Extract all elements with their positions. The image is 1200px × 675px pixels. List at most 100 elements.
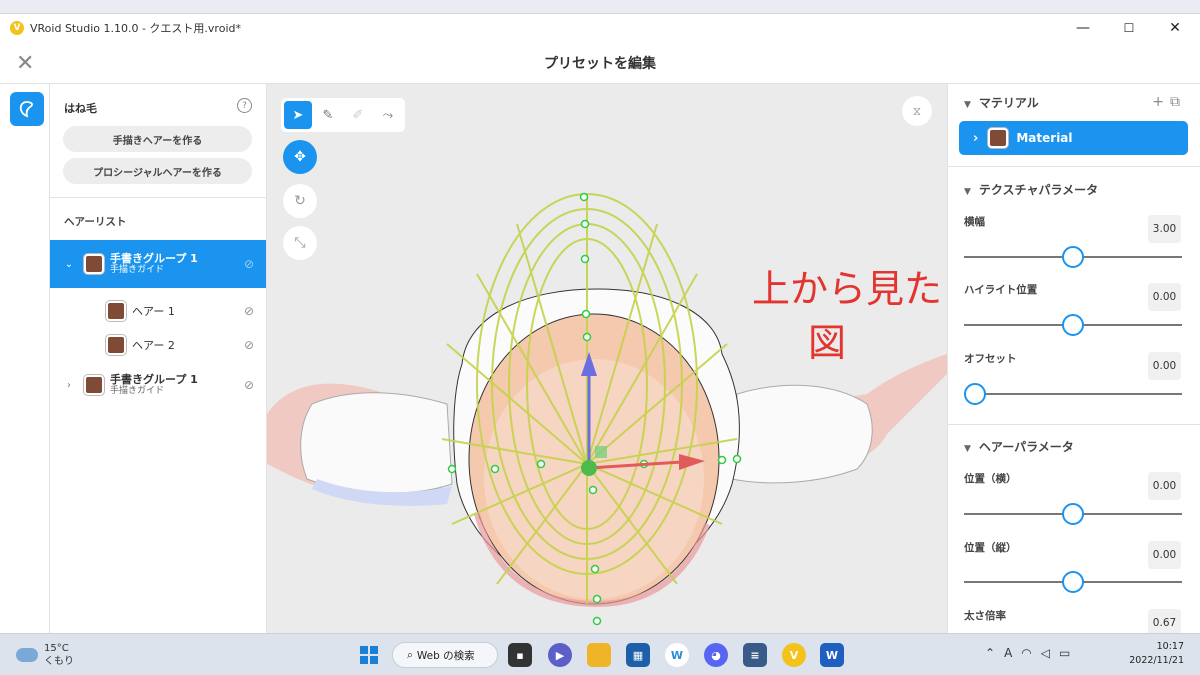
hair-param-section-title: ヘアーパラメータ (978, 440, 1074, 454)
store-icon[interactable]: ▦ (626, 643, 650, 667)
windows-taskbar: 15°C くもり ⌕ Web の検索 ▪ ▶ ▦ W ◕ ≡ V W ⌃A◠◁▭… (0, 633, 1200, 675)
slider-knob[interactable] (964, 383, 986, 405)
color-swatch[interactable] (106, 301, 126, 321)
help-icon[interactable]: ? (237, 98, 252, 113)
page-title: プリセットを編集 (544, 55, 656, 72)
texture-section-title: テクスチャパラメータ (978, 183, 1099, 197)
width-slider[interactable] (964, 246, 1182, 268)
minimize-button[interactable]: — (1060, 14, 1106, 42)
material-item[interactable]: › Material (959, 121, 1188, 155)
background-window-strip (0, 0, 1200, 14)
move-gizmo-icon[interactable]: ✥ (283, 140, 317, 174)
param-value[interactable]: 0.00 (1148, 541, 1181, 569)
cloud-icon (16, 648, 38, 662)
window-title: VRoid Studio 1.10.0 - クエスト用.vroid* (30, 22, 241, 35)
hair-tab-icon[interactable] (10, 92, 44, 126)
material-name: Material (1016, 131, 1073, 145)
param-label: 位置（縦） (964, 542, 1017, 554)
hair-param-section-header[interactable]: ▼ ヘアーパラメータ (964, 438, 1074, 455)
param-label: オフセット (964, 353, 1017, 365)
highlight-position-slider[interactable] (964, 314, 1182, 336)
material-section-header[interactable]: ▼ マテリアル (964, 94, 1039, 111)
file-explorer-icon[interactable] (587, 643, 611, 667)
duplicate-icon[interactable]: ⧉ (1170, 94, 1186, 110)
ime-indicator[interactable]: A (1004, 646, 1021, 660)
param-value[interactable]: 0.00 (1148, 472, 1181, 500)
param-value[interactable]: 0.00 (1148, 352, 1181, 380)
slider-knob[interactable] (1062, 246, 1084, 268)
param-value[interactable]: 0.00 (1148, 283, 1181, 311)
texture-section-header[interactable]: ▼ テクスチャパラメータ (964, 181, 1098, 198)
window-close-button[interactable]: ✕ (1152, 14, 1198, 42)
param-value[interactable]: 0.67 (1148, 609, 1181, 633)
hair-list-panel: はね毛 ? 手描きヘアーを作る プロシージャルヘアーを作る ヘアーリスト ⌄ 手… (50, 84, 267, 633)
panel-title: はね毛 (64, 102, 97, 115)
chevron-right-icon[interactable]: › (60, 380, 78, 391)
color-swatch[interactable] (106, 335, 126, 355)
annotation-line-2: 図 (808, 321, 847, 365)
volume-icon[interactable]: ◁ (1041, 646, 1059, 660)
chevron-down-icon[interactable]: ⌄ (60, 259, 78, 270)
slider-knob[interactable] (1062, 571, 1084, 593)
wifi-icon[interactable]: ◠ (1021, 646, 1040, 660)
chevron-down-icon: ▼ (964, 444, 971, 454)
mirror-icon[interactable]: ⧖ (902, 96, 932, 126)
clock[interactable]: 10:17 2022/11/21 (1129, 640, 1184, 668)
taskbar-search[interactable]: ⌕ Web の検索 (392, 642, 498, 668)
select-tool-icon[interactable]: ➤ (284, 101, 312, 129)
tool-rail (0, 84, 50, 633)
add-icon[interactable]: + (1152, 94, 1170, 110)
create-procedural-hair-button[interactable]: プロシージャルヘアーを作る (63, 158, 252, 184)
close-editor-icon[interactable]: ✕ (16, 51, 34, 76)
pen-tool-icon[interactable]: ✎ (314, 101, 342, 129)
3d-viewport[interactable]: ➤ ✎ ✐ ⤳ ✥ ↻ ⤡ ⧖ 上から見た 図 (267, 84, 947, 633)
color-swatch[interactable] (84, 375, 104, 395)
search-label: Web の検索 (416, 649, 475, 662)
vroid-app-icon: V (10, 21, 24, 35)
visibility-off-icon[interactable]: ⊘ (244, 338, 254, 352)
visibility-off-icon[interactable]: ⊘ (244, 378, 254, 392)
weather-widget[interactable]: 15°C くもり (16, 642, 74, 668)
hair-item-row[interactable]: ヘアー 1 ⊘ (50, 294, 266, 328)
annotation-line-1: 上から見た (752, 267, 943, 311)
rotate-gizmo-icon[interactable]: ↻ (283, 184, 317, 218)
teams-chat-icon[interactable]: ▶ (548, 643, 572, 667)
discord-icon[interactable]: ◕ (704, 643, 728, 667)
divider (948, 166, 1200, 167)
notepad-icon[interactable]: ≡ (743, 643, 767, 667)
maximize-button[interactable]: ☐ (1106, 14, 1152, 42)
battery-icon[interactable]: ▭ (1059, 646, 1079, 660)
create-handdrawn-hair-button[interactable]: 手描きヘアーを作る (63, 126, 252, 152)
slider-knob[interactable] (1062, 503, 1084, 525)
path-tool-icon[interactable]: ⤳ (374, 101, 402, 129)
handwritten-annotation: 上から見た 図 (752, 262, 943, 365)
scale-gizmo-icon[interactable]: ⤡ (283, 226, 317, 260)
horizontal-position-slider[interactable] (964, 503, 1182, 525)
color-swatch[interactable] (84, 254, 104, 274)
param-label: 太さ倍率 (964, 610, 1006, 622)
hair-group-row[interactable]: ⌄ 手書きグループ 1 手描きガイド ⊘ (50, 240, 266, 288)
time: 10:17 (1156, 641, 1184, 652)
w-app-icon[interactable]: W (665, 643, 689, 667)
start-icon[interactable] (357, 643, 381, 667)
offset-slider[interactable] (964, 383, 1182, 405)
visibility-off-icon[interactable]: ⊘ (244, 304, 254, 318)
temperature: 15°C (44, 643, 69, 654)
eraser-tool-icon[interactable]: ✐ (344, 101, 372, 129)
hair-group-row[interactable]: › 手書きグループ 1 手描きガイド ⊘ (50, 362, 266, 408)
weather-condition: くもり (44, 656, 74, 667)
editor-header: ✕ プリセットを編集 (0, 42, 1200, 84)
vertical-position-slider[interactable] (964, 571, 1182, 593)
hair-item-row[interactable]: ヘアー 2 ⊘ (50, 328, 266, 362)
slider-knob[interactable] (1062, 314, 1084, 336)
chevron-up-icon[interactable]: ⌃ (985, 646, 1004, 660)
param-value[interactable]: 3.00 (1148, 215, 1181, 243)
tool-palette: ➤ ✎ ✐ ⤳ (281, 98, 405, 132)
chevron-down-icon: ▼ (964, 100, 971, 110)
visibility-off-icon[interactable]: ⊘ (244, 257, 254, 271)
vroid-taskbar-icon[interactable]: V (782, 643, 806, 667)
task-view-icon[interactable]: ▪ (508, 643, 532, 667)
group-subtitle: 手描きガイド (110, 265, 165, 275)
word-icon[interactable]: W (820, 643, 844, 667)
hair-list-heading: ヘアーリスト (64, 216, 127, 228)
